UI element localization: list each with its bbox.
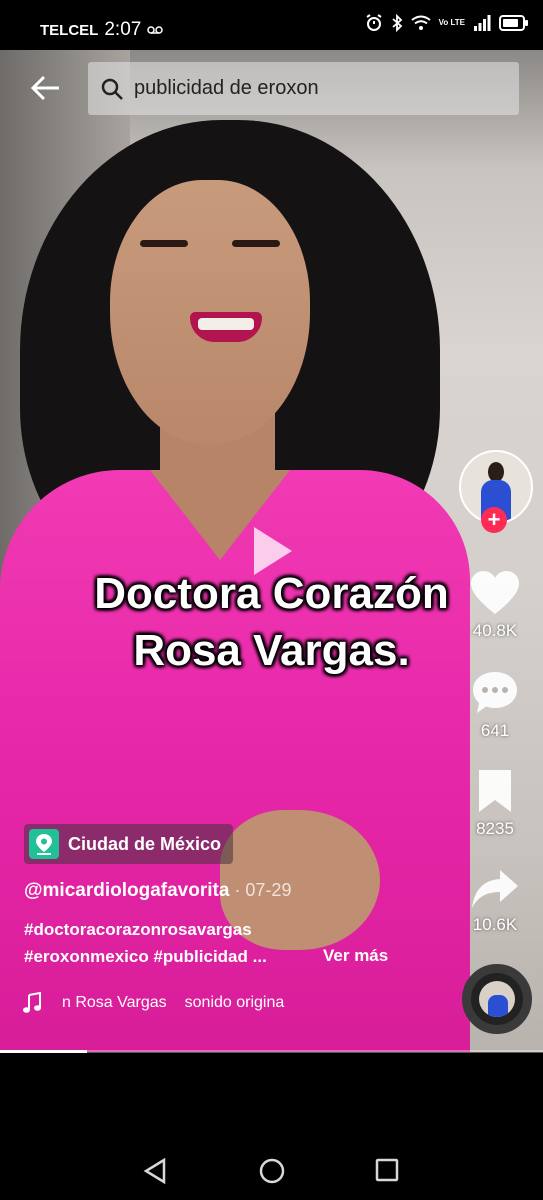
comment-action[interactable]: 641 (455, 670, 535, 741)
hashtag-line-1[interactable]: #doctoracorazonrosavargas (24, 920, 252, 940)
comment-count: 641 (480, 721, 510, 740)
person-teeth (198, 318, 254, 330)
music-disc[interactable] (462, 964, 532, 1034)
volte-indicator: Vo LTE (438, 18, 465, 27)
share-icon (472, 870, 518, 908)
status-bar: TELCEL 2:07 Vo LTE (0, 0, 543, 50)
search-icon (101, 78, 123, 100)
username-row[interactable]: @micardiologafavorita · 07-29 (24, 880, 291, 902)
nav-home-icon[interactable] (259, 1158, 285, 1184)
search-query: publicidad de eroxon (134, 77, 319, 99)
back-arrow-icon[interactable] (30, 72, 62, 104)
wifi-icon (411, 15, 431, 30)
avatar-head (488, 462, 504, 482)
disc-cover-figure (488, 995, 508, 1017)
nav-back-icon[interactable] (143, 1158, 167, 1184)
location-name: Ciudad de México (68, 833, 222, 854)
share-action[interactable]: 10.6K (455, 868, 535, 935)
status-right: Vo LTE (365, 14, 529, 32)
signal-icon (474, 15, 491, 31)
battery-icon (499, 15, 528, 31)
bookmark-action[interactable]: 8235 (455, 768, 535, 839)
music-title: sonido origina (184, 994, 285, 1011)
hashtag-line-2[interactable]: #eroxonmexico #publicidad ... (24, 947, 267, 967)
share-count: 10.6K (472, 915, 518, 934)
disc-cover (479, 981, 515, 1017)
location-pin-icon (29, 829, 59, 859)
bookmark-icon (479, 770, 511, 812)
carrier-name: TELCEL (40, 21, 99, 39)
save-count: 8235 (476, 819, 514, 838)
search-bar[interactable]: publicidad de eroxon (88, 62, 519, 115)
see-more-link[interactable]: Ver más (323, 946, 388, 966)
username[interactable]: @micardiologafavorita (24, 880, 229, 901)
post-date: · 07-29 (229, 880, 292, 900)
comment-icon (473, 672, 517, 713)
music-artist: n Rosa Vargas (62, 994, 167, 1011)
clock-time: 2:07 (104, 19, 142, 40)
person-eye-left (140, 240, 188, 247)
heart-icon (471, 571, 519, 614)
alarm-icon (366, 14, 382, 31)
nav-recents-icon[interactable] (375, 1158, 399, 1182)
bluetooth-icon (392, 14, 402, 32)
voicemail-icon (147, 26, 164, 34)
like-count: 40.8K (472, 621, 518, 640)
like-action[interactable]: 40.8K (455, 570, 535, 641)
music-note-icon (23, 992, 41, 1013)
location-tag[interactable]: Ciudad de México (24, 824, 234, 864)
music-row[interactable]: n Rosa Vargas sonido origina (22, 992, 284, 1014)
person-eye-right (232, 240, 280, 247)
status-left: TELCEL 2:07 (40, 19, 164, 41)
follow-button[interactable]: + (481, 507, 507, 533)
